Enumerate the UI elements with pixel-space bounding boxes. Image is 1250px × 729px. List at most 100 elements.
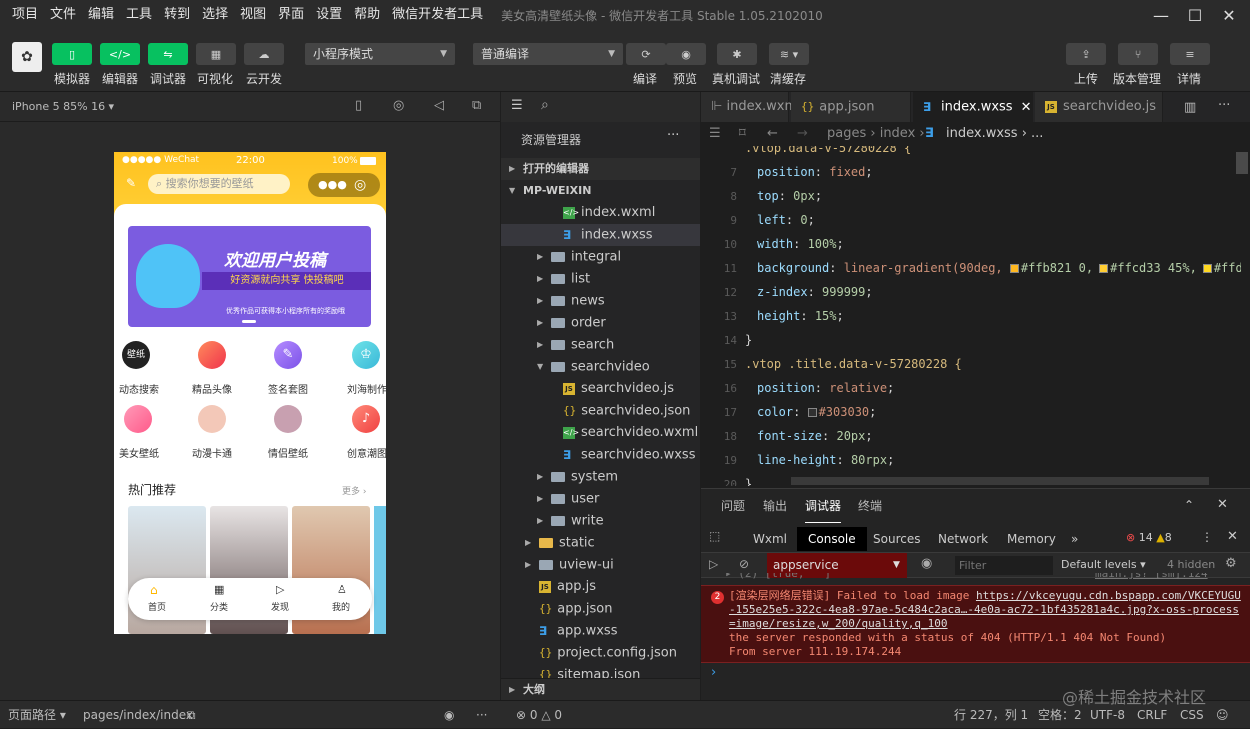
- grid-icon[interactable]: ▦: [214, 583, 224, 596]
- more-tabs-icon[interactable]: »: [1065, 527, 1084, 551]
- breadcrumb-path[interactable]: pages › index ›: [827, 122, 925, 146]
- tab-discover[interactable]: 发现: [271, 600, 289, 613]
- devtab-console[interactable]: Console: [797, 527, 867, 551]
- mode-select[interactable]: 小程序模式 ▼: [305, 43, 455, 65]
- home-icon[interactable]: ⌂: [150, 583, 158, 597]
- close-panel-icon[interactable]: ✕: [1217, 497, 1228, 512]
- compile-button[interactable]: ⟳: [626, 43, 666, 65]
- tree-item[interactable]: ▶ order: [501, 312, 700, 334]
- tree-item[interactable]: ▶ integral: [501, 246, 700, 268]
- version-button[interactable]: ⑂: [1118, 43, 1158, 65]
- tree-item[interactable]: ∃ app.wxss: [501, 620, 700, 642]
- menu-item-file[interactable]: 文件: [44, 0, 82, 30]
- close-miniprogram-icon[interactable]: ◎: [354, 173, 366, 197]
- maximize-icon[interactable]: ☐: [1178, 0, 1212, 30]
- devtab-wxml[interactable]: Wxml: [747, 527, 793, 551]
- editor-toggle-button[interactable]: </>: [100, 43, 140, 65]
- previous-log-source[interactable]: main.js? [sm]:124: [1095, 573, 1208, 582]
- close-window-icon[interactable]: ✕: [1212, 0, 1246, 30]
- tree-item[interactable]: JS app.js: [501, 576, 700, 598]
- details-button[interactable]: ≡: [1170, 43, 1210, 65]
- tab-home[interactable]: 首页: [148, 600, 166, 613]
- menu-item-settings[interactable]: 设置: [310, 0, 348, 30]
- list-icon[interactable]: ☰: [709, 122, 721, 146]
- beauty-icon[interactable]: [124, 405, 152, 433]
- minimize-icon[interactable]: —: [1144, 0, 1178, 30]
- visual-button[interactable]: ▦: [196, 43, 236, 65]
- clear-console-icon[interactable]: ⊘: [739, 557, 749, 571]
- color-swatch[interactable]: [807, 408, 817, 417]
- debugger-toggle-button[interactable]: ⇋: [148, 43, 188, 65]
- tree-item[interactable]: ▶ search: [501, 334, 700, 356]
- color-swatch[interactable]: [1009, 264, 1019, 273]
- avatar-category-icon[interactable]: [198, 341, 226, 369]
- eye-icon[interactable]: ◉: [444, 701, 454, 729]
- user-icon[interactable]: ♙: [337, 583, 347, 596]
- tab-index-wxml[interactable]: ⊩ index.wxml: [701, 92, 801, 122]
- open-editors-section[interactable]: ▶ 打开的编辑器: [501, 158, 700, 180]
- tree-item[interactable]: </> searchvideo.wxml: [501, 422, 700, 444]
- real-debug-button[interactable]: ✱: [717, 43, 757, 65]
- close-devtools-icon[interactable]: ✕: [1227, 529, 1238, 544]
- color-swatch[interactable]: [1099, 264, 1109, 273]
- eye-icon[interactable]: ◉: [921, 556, 932, 571]
- gear-icon[interactable]: ⚙: [1225, 556, 1237, 571]
- forward-arrow-icon[interactable]: →: [797, 122, 808, 146]
- code-area[interactable]: .vtop.data-v-57280228 { 7 position: fixed…: [701, 146, 1241, 486]
- tree-item[interactable]: ▶ uview-ui: [501, 554, 700, 576]
- menu-item-wechat-dev[interactable]: 微信开发者工具: [386, 0, 489, 30]
- devtab-network[interactable]: Network: [932, 527, 994, 551]
- problems-indicator[interactable]: ⊗ 0 △ 0: [516, 701, 562, 729]
- feedback-icon[interactable]: ☺: [1216, 701, 1229, 729]
- tree-item[interactable]: ▶ user: [501, 488, 700, 510]
- more-icon[interactable]: ···: [476, 701, 487, 729]
- banner[interactable]: 欢迎用户投稿 好资源就向共享 快投稿吧 优秀作品可获得本小程序所有的奖励哦: [128, 226, 371, 327]
- tree-item[interactable]: </> index.wxml: [501, 202, 700, 224]
- badge-wallpaper-icon[interactable]: 壁纸: [122, 341, 150, 369]
- page-path[interactable]: pages/index/index: [83, 701, 193, 729]
- menu-item-tools[interactable]: 工具: [120, 0, 158, 30]
- menu-item-select[interactable]: 选择: [196, 0, 234, 30]
- wallpaper-thumb[interactable]: [374, 506, 386, 634]
- couple-icon[interactable]: [274, 405, 302, 433]
- back-arrow-icon[interactable]: ←: [767, 122, 778, 146]
- copy-icon[interactable]: ⧉: [187, 701, 196, 729]
- sound-icon[interactable]: ◁: [434, 98, 444, 113]
- horizontal-scrollbar[interactable]: [791, 477, 1209, 485]
- menu-item-edit[interactable]: 编辑: [82, 0, 120, 30]
- tree-item[interactable]: ∃ searchvideo.wxss: [501, 444, 700, 466]
- simulator-toggle-button[interactable]: ▯: [52, 43, 92, 65]
- signature-icon[interactable]: ✎: [274, 341, 302, 369]
- cloud-button[interactable]: ☁: [244, 43, 284, 65]
- sidebar-toggle-icon[interactable]: ▷: [709, 557, 718, 571]
- upload-button[interactable]: ⇪: [1066, 43, 1106, 65]
- capsule-menu[interactable]: ●●● ◎: [308, 173, 380, 197]
- tree-item[interactable]: ▶ system: [501, 466, 700, 488]
- tab-searchvideo-js[interactable]: JS searchvideo.js: [1035, 92, 1163, 122]
- menu-item-help[interactable]: 帮助: [348, 0, 386, 30]
- devtab-sources[interactable]: Sources: [867, 527, 926, 551]
- devtab-memory[interactable]: Memory: [1001, 527, 1062, 551]
- device-select[interactable]: iPhone 5 85% 16 ▾: [12, 100, 114, 113]
- menu-item-view[interactable]: 视图: [234, 0, 272, 30]
- more-icon[interactable]: ···: [667, 128, 679, 143]
- menu-item-interface[interactable]: 界面: [272, 0, 310, 30]
- tree-item[interactable]: ▶ write: [501, 510, 700, 532]
- panel-tab-terminal[interactable]: 终端: [858, 489, 882, 523]
- panel-tab-debugger[interactable]: 调试器: [805, 489, 842, 523]
- close-tab-icon[interactable]: ✕: [1021, 100, 1032, 115]
- files-icon[interactable]: ☰: [511, 98, 523, 113]
- tree-item[interactable]: {} app.json: [501, 598, 700, 620]
- avatar[interactable]: ✿: [12, 42, 42, 72]
- search-input[interactable]: ⌕ 搜索你想要的壁纸: [148, 174, 290, 194]
- tab-mine[interactable]: 我的: [332, 600, 350, 613]
- menu-item-project[interactable]: 项目: [6, 0, 44, 30]
- phone-icon[interactable]: ▯: [355, 98, 362, 113]
- tab-index-wxss[interactable]: ∃ index.wxss ✕: [913, 92, 1033, 122]
- console-prompt[interactable]: ›: [711, 665, 716, 680]
- breadcrumb-file[interactable]: index.wxss › ...: [946, 122, 1043, 146]
- more-dots-icon[interactable]: ●●●: [318, 173, 347, 197]
- inspect-icon[interactable]: ⬚: [709, 529, 720, 543]
- hot-more-link[interactable]: 更多 ›: [342, 484, 366, 497]
- play-icon[interactable]: ▷: [276, 583, 284, 596]
